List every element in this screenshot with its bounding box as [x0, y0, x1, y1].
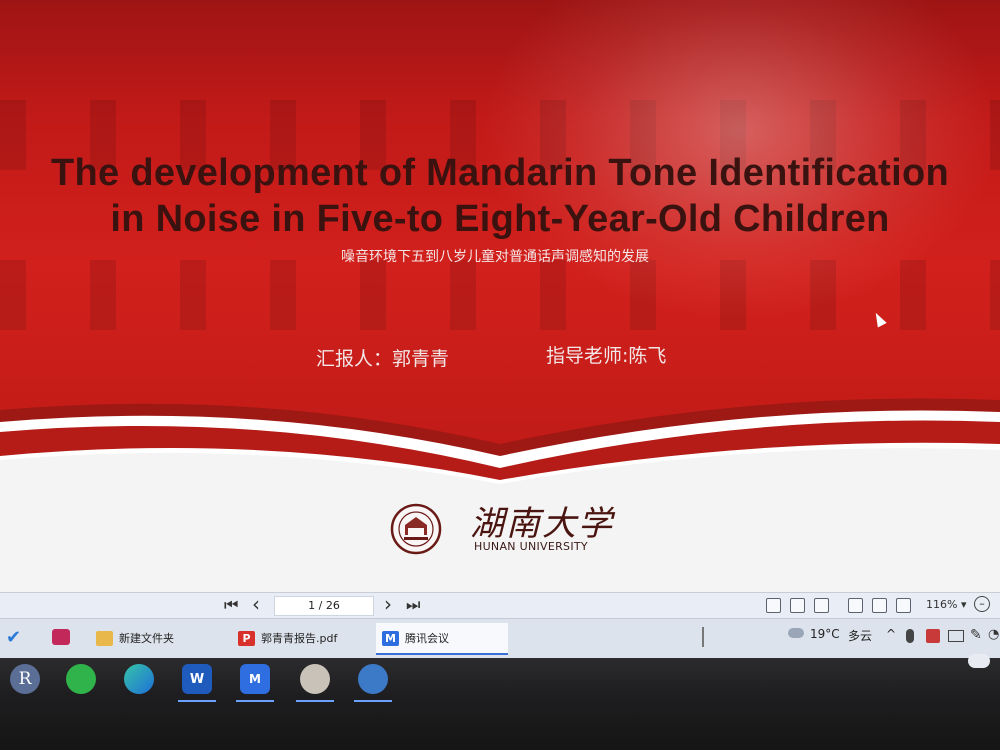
university-seal-icon [390, 503, 442, 555]
window-tab-pdf[interactable]: P 郭青青报告.pdf [232, 623, 343, 653]
last-page-button[interactable]: ⏭ [406, 595, 420, 615]
window-taskbar: ✔ 新建文件夹 P 郭青青报告.pdf M 腾讯会议 19°C 多云 ^ ✎ ◔ [0, 618, 1000, 659]
zoom-level-select[interactable]: 116% ▾ [926, 598, 966, 611]
double-page-view-icon[interactable] [872, 598, 887, 613]
page-number-input[interactable]: 1 / 26 [274, 596, 374, 616]
pen-icon[interactable]: ✎ [970, 627, 982, 643]
wifi-icon[interactable]: ◔ [988, 627, 999, 642]
divider [702, 627, 704, 647]
university-name-chinese: 湖南大学 [470, 504, 614, 544]
zoom-level-value: 116% [926, 598, 958, 611]
apps-grid-icon[interactable] [52, 629, 70, 645]
photos-icon[interactable] [300, 664, 330, 694]
user-avatar[interactable]: R [10, 664, 40, 694]
paint-icon[interactable] [358, 664, 388, 694]
window-tab-folder[interactable]: 新建文件夹 [90, 623, 180, 653]
pdf-icon: P [238, 630, 255, 646]
wechat-icon[interactable] [66, 664, 96, 694]
meeting-icon[interactable] [926, 629, 940, 643]
window-tab-label: 腾讯会议 [405, 632, 449, 645]
checkmark-icon[interactable]: ✔ [6, 627, 21, 648]
network-icon[interactable] [948, 630, 964, 642]
slide-title-line2: in Noise in Five-to Eight-Year-Old Child… [110, 198, 890, 240]
previous-page-button[interactable]: ‹ [252, 592, 260, 616]
fit-width-icon[interactable] [814, 598, 829, 613]
running-indicator [178, 700, 216, 702]
running-indicator [296, 700, 334, 702]
slide-title-line1: The development of Mandarin Tone Identif… [51, 152, 949, 194]
weather-description: 多云 [848, 629, 873, 643]
app-dock: R W M [0, 654, 1000, 750]
university-name-english: HUNAN UNIVERSITY [474, 540, 588, 553]
tencent-meeting-icon: M [382, 630, 399, 646]
window-tab-label: 新建文件夹 [119, 632, 174, 645]
window-tab-label: 郭青青报告.pdf [261, 632, 338, 645]
zoom-out-button[interactable]: – [974, 596, 990, 612]
chevron-up-icon[interactable]: ^ [886, 627, 896, 641]
avatar-letter: R [18, 669, 32, 689]
first-page-button[interactable]: ⏮ [224, 595, 238, 615]
cloud-sync-icon[interactable] [968, 654, 990, 668]
tencent-meeting-dock-icon[interactable]: M [240, 664, 270, 694]
next-page-button[interactable]: › [384, 592, 392, 616]
running-indicator [236, 700, 274, 702]
reporter-label: 汇报人：郭青青 [316, 348, 450, 370]
continuous-view-icon[interactable] [848, 598, 863, 613]
book-view-icon[interactable] [896, 598, 911, 613]
microphone-icon[interactable] [906, 629, 914, 643]
running-indicator [354, 700, 392, 702]
word-icon[interactable]: W [182, 664, 212, 694]
cloud-weather-icon [788, 628, 804, 638]
window-tab-tencent-meeting[interactable]: M 腾讯会议 [376, 623, 508, 655]
single-page-view-icon[interactable] [766, 598, 781, 613]
folder-icon [96, 630, 113, 646]
pdf-viewer-toolbar: ⏮ ‹ 1 / 26 › ⏭ 116% ▾ – [0, 592, 1000, 619]
fit-page-icon[interactable] [790, 598, 805, 613]
edge-browser-icon[interactable] [124, 664, 154, 694]
advisor-label: 指导老师:陈飞 [546, 345, 667, 367]
chevron-down-icon: ▾ [960, 598, 967, 611]
slide-subtitle: 噪音环境下五到八岁儿童对普通话声调感知的发展 [341, 249, 649, 265]
slide-title: The development of Mandarin Tone Identif… [0, 150, 1000, 242]
presentation-slide: The development of Mandarin Tone Identif… [0, 0, 1000, 592]
weather-temperature: 19°C [810, 627, 840, 641]
open-book-banner [0, 398, 1000, 592]
